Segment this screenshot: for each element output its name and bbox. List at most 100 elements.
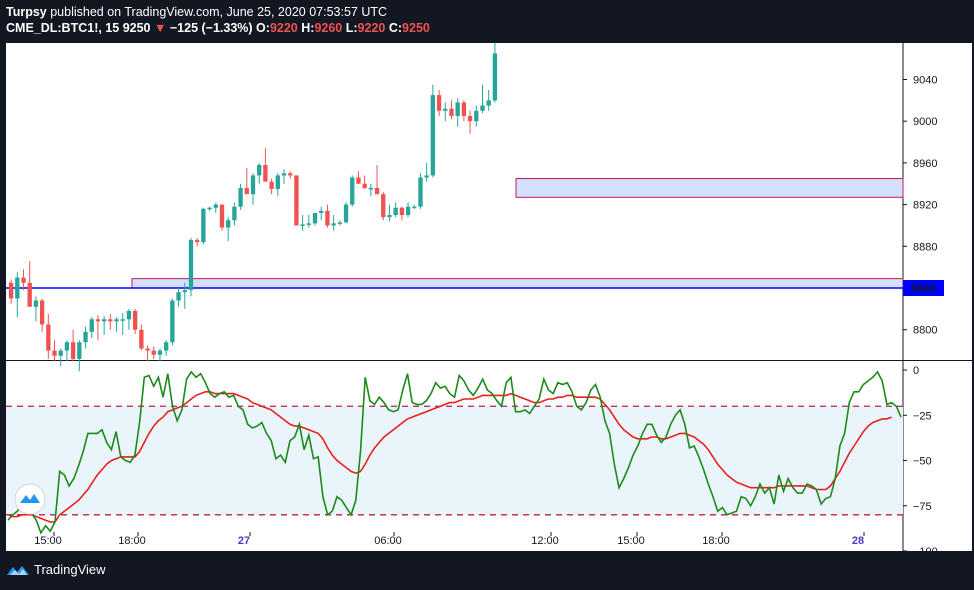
candle <box>480 84 485 113</box>
osc-tick-label: −25 <box>913 410 932 422</box>
candle <box>219 204 225 231</box>
price-change: −125 (−1.33%) <box>169 21 253 35</box>
candle <box>281 169 287 184</box>
candle <box>387 204 392 222</box>
candle <box>436 89 442 116</box>
candle <box>195 237 200 247</box>
candle <box>120 313 125 335</box>
candle <box>101 316 107 335</box>
price-label-text: 8840 <box>911 283 935 295</box>
candle <box>21 269 26 291</box>
candle <box>238 183 243 210</box>
osc-tick-label: −100 <box>913 546 938 558</box>
symbol-label[interactable]: CME_DL:BTC1!, 15 <box>6 21 119 35</box>
last-price: 9250 <box>122 21 151 35</box>
candle <box>226 217 231 242</box>
open-value: 9220 <box>269 21 298 35</box>
candle <box>250 173 256 205</box>
candle <box>461 100 467 122</box>
candle <box>467 110 473 134</box>
candle <box>8 279 14 304</box>
candle <box>151 346 156 359</box>
candle <box>424 162 429 182</box>
candle <box>356 171 361 184</box>
close-value: 9250 <box>402 21 430 35</box>
publish-info: published on TradingView.com, June 25, 2… <box>50 5 388 19</box>
price-tick-label: 8920 <box>913 200 937 212</box>
zone-box <box>515 178 904 198</box>
candle <box>306 215 311 228</box>
price-tick-label: 9000 <box>913 116 937 128</box>
candle <box>15 272 20 318</box>
candle <box>430 84 436 178</box>
candle <box>232 202 237 226</box>
osc-tick-label: −50 <box>913 456 932 468</box>
tradingview-logo-icon <box>7 565 29 575</box>
candle <box>52 340 57 361</box>
osc-tick-label: −75 <box>913 501 932 513</box>
candle <box>108 314 113 330</box>
candle <box>188 237 194 297</box>
candle <box>27 260 32 307</box>
tradingview-badge-icon <box>14 483 46 515</box>
candle <box>381 192 386 221</box>
candle <box>207 206 212 211</box>
candle <box>319 206 324 221</box>
author-name[interactable]: Turpsy <box>6 5 47 19</box>
candle <box>486 89 491 111</box>
candle <box>126 308 132 330</box>
candle <box>294 175 299 226</box>
price-tick-label: 9040 <box>913 74 937 86</box>
candle <box>288 171 293 179</box>
zone-box <box>131 278 904 289</box>
brand-name[interactable]: TradingView <box>34 562 106 577</box>
candle <box>95 315 101 341</box>
oscillator-pane[interactable]: 0 −25 −50 −75 −100 <box>6 361 972 558</box>
candle <box>343 202 349 224</box>
price-tick-label: 8800 <box>913 325 937 337</box>
candle <box>399 206 405 221</box>
candle <box>163 340 169 356</box>
candle <box>213 202 218 213</box>
candle <box>368 183 374 197</box>
candle <box>455 98 460 127</box>
candle <box>46 314 51 359</box>
candle <box>412 204 417 209</box>
candle <box>132 308 138 334</box>
candle <box>331 215 336 231</box>
candle <box>263 148 268 182</box>
candle <box>244 168 249 195</box>
candle <box>176 288 181 307</box>
candle <box>114 317 119 332</box>
candle <box>405 202 411 218</box>
low-label: L: <box>345 21 358 35</box>
candle <box>325 204 330 228</box>
candle <box>201 207 206 245</box>
footer: TradingView <box>6 562 106 577</box>
candle <box>139 324 144 351</box>
high-label: H: <box>301 21 315 35</box>
chart-header: Turpsy published on TradingView.com, Jun… <box>6 4 430 36</box>
low-value: 9220 <box>357 21 386 35</box>
candle <box>39 298 45 332</box>
candle <box>492 43 498 103</box>
candle <box>337 220 343 226</box>
candle <box>269 178 274 195</box>
high-value: 9260 <box>314 21 343 35</box>
price-tick-label: 8960 <box>913 158 937 170</box>
candle <box>449 100 454 120</box>
candle <box>33 296 39 322</box>
candle <box>418 173 423 209</box>
chart-area[interactable]: 9040 9000 8960 8920 8880 8800 8840 0 −25 −50 −75 −… <box>6 43 972 558</box>
candle <box>83 326 88 349</box>
candle <box>362 175 367 189</box>
candle <box>70 329 76 361</box>
candle <box>275 173 280 197</box>
osc-tick-label: 0 <box>913 365 919 377</box>
candle <box>89 317 94 339</box>
open-label: O: <box>256 21 270 35</box>
candle <box>64 340 70 361</box>
candle <box>145 345 150 361</box>
price-pane[interactable]: 9040 9000 8960 8920 8880 8800 8840 <box>6 43 972 372</box>
candle <box>374 164 380 195</box>
